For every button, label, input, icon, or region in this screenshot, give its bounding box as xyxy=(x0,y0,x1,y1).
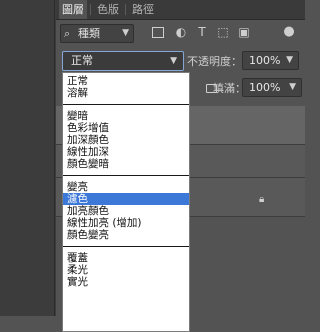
tab-separator xyxy=(90,4,91,15)
blend-option[interactable]: 顏色變亮 xyxy=(63,229,189,241)
layer-lock-icon: 🔒︎ xyxy=(259,194,265,205)
blend-mode-select[interactable]: 正常 ▼ xyxy=(62,51,184,71)
type-filter-icon[interactable]: T xyxy=(195,25,209,39)
image-filter-icon[interactable] xyxy=(152,27,164,38)
blend-option[interactable]: 色彩增值 xyxy=(63,122,189,134)
blend-option[interactable]: 變亮 xyxy=(63,181,189,193)
tab-channels[interactable]: 色版 xyxy=(94,0,122,19)
blend-option[interactable]: 線性加亮 (增加) xyxy=(63,217,189,229)
panel-tab-bar: 圖層 色版 路徑 xyxy=(56,0,305,20)
blend-mode-current: 正常 xyxy=(71,54,93,67)
blend-mode-dropdown: 正常 溶解 變暗 色彩增值 加深顏色 線性加深 顏色變暗 變亮 濾色 加亮顏色 … xyxy=(62,72,190,332)
fill-field[interactable]: 100% ▼ xyxy=(242,78,302,97)
fill-value: 100% xyxy=(249,81,281,94)
layer-filter-row: ⌕ 種類 ▼ ◐ T ⬚ ▣ ● xyxy=(56,20,305,46)
blend-mode-row: 正常 ▼ 不透明度： 100% ▼ xyxy=(56,47,305,73)
search-icon: ⌕ xyxy=(64,27,71,40)
smart-object-filter-icon[interactable]: ▣ xyxy=(237,25,251,39)
menu-separator xyxy=(63,170,189,181)
adjustment-filter-icon[interactable]: ◐ xyxy=(174,25,188,39)
blend-option[interactable]: 線性加深 xyxy=(63,146,189,158)
blend-option[interactable]: 實光 xyxy=(63,276,189,288)
blend-option-highlighted[interactable]: 濾色 xyxy=(63,193,189,205)
blend-option[interactable]: 顏色變暗 xyxy=(63,158,189,170)
panel-divider xyxy=(54,0,55,316)
filter-kind-select[interactable]: ⌕ 種類 ▼ xyxy=(60,24,134,43)
chevron-down-icon: ▼ xyxy=(170,56,177,66)
blend-option[interactable]: 覆蓋 xyxy=(63,252,189,264)
chevron-down-icon: ▼ xyxy=(289,82,296,92)
tab-paths[interactable]: 路徑 xyxy=(129,0,157,19)
chevron-down-icon: ▼ xyxy=(122,28,129,38)
opacity-label: 不透明度： xyxy=(187,55,242,68)
blend-option[interactable]: 溶解 xyxy=(63,87,189,99)
shape-filter-icon[interactable]: ⬚ xyxy=(216,25,230,39)
blend-option[interactable]: 柔光 xyxy=(63,264,189,276)
opacity-field[interactable]: 100% ▼ xyxy=(242,51,299,70)
opacity-value: 100% xyxy=(249,54,281,67)
tab-separator xyxy=(125,4,126,15)
tab-layers[interactable]: 圖層 xyxy=(59,0,87,19)
menu-separator xyxy=(63,99,189,110)
blend-option[interactable]: 加深顏色 xyxy=(63,134,189,146)
chevron-down-icon: ▼ xyxy=(286,55,293,65)
filter-toggle-icon[interactable]: ● xyxy=(282,25,296,39)
left-gutter xyxy=(0,0,56,316)
filter-kind-label: 種類 xyxy=(78,27,100,40)
menu-separator xyxy=(63,241,189,252)
blend-option[interactable]: 加亮顏色 xyxy=(63,205,189,217)
blend-option[interactable]: 變暗 xyxy=(63,110,189,122)
blend-option[interactable]: 正常 xyxy=(63,75,189,87)
